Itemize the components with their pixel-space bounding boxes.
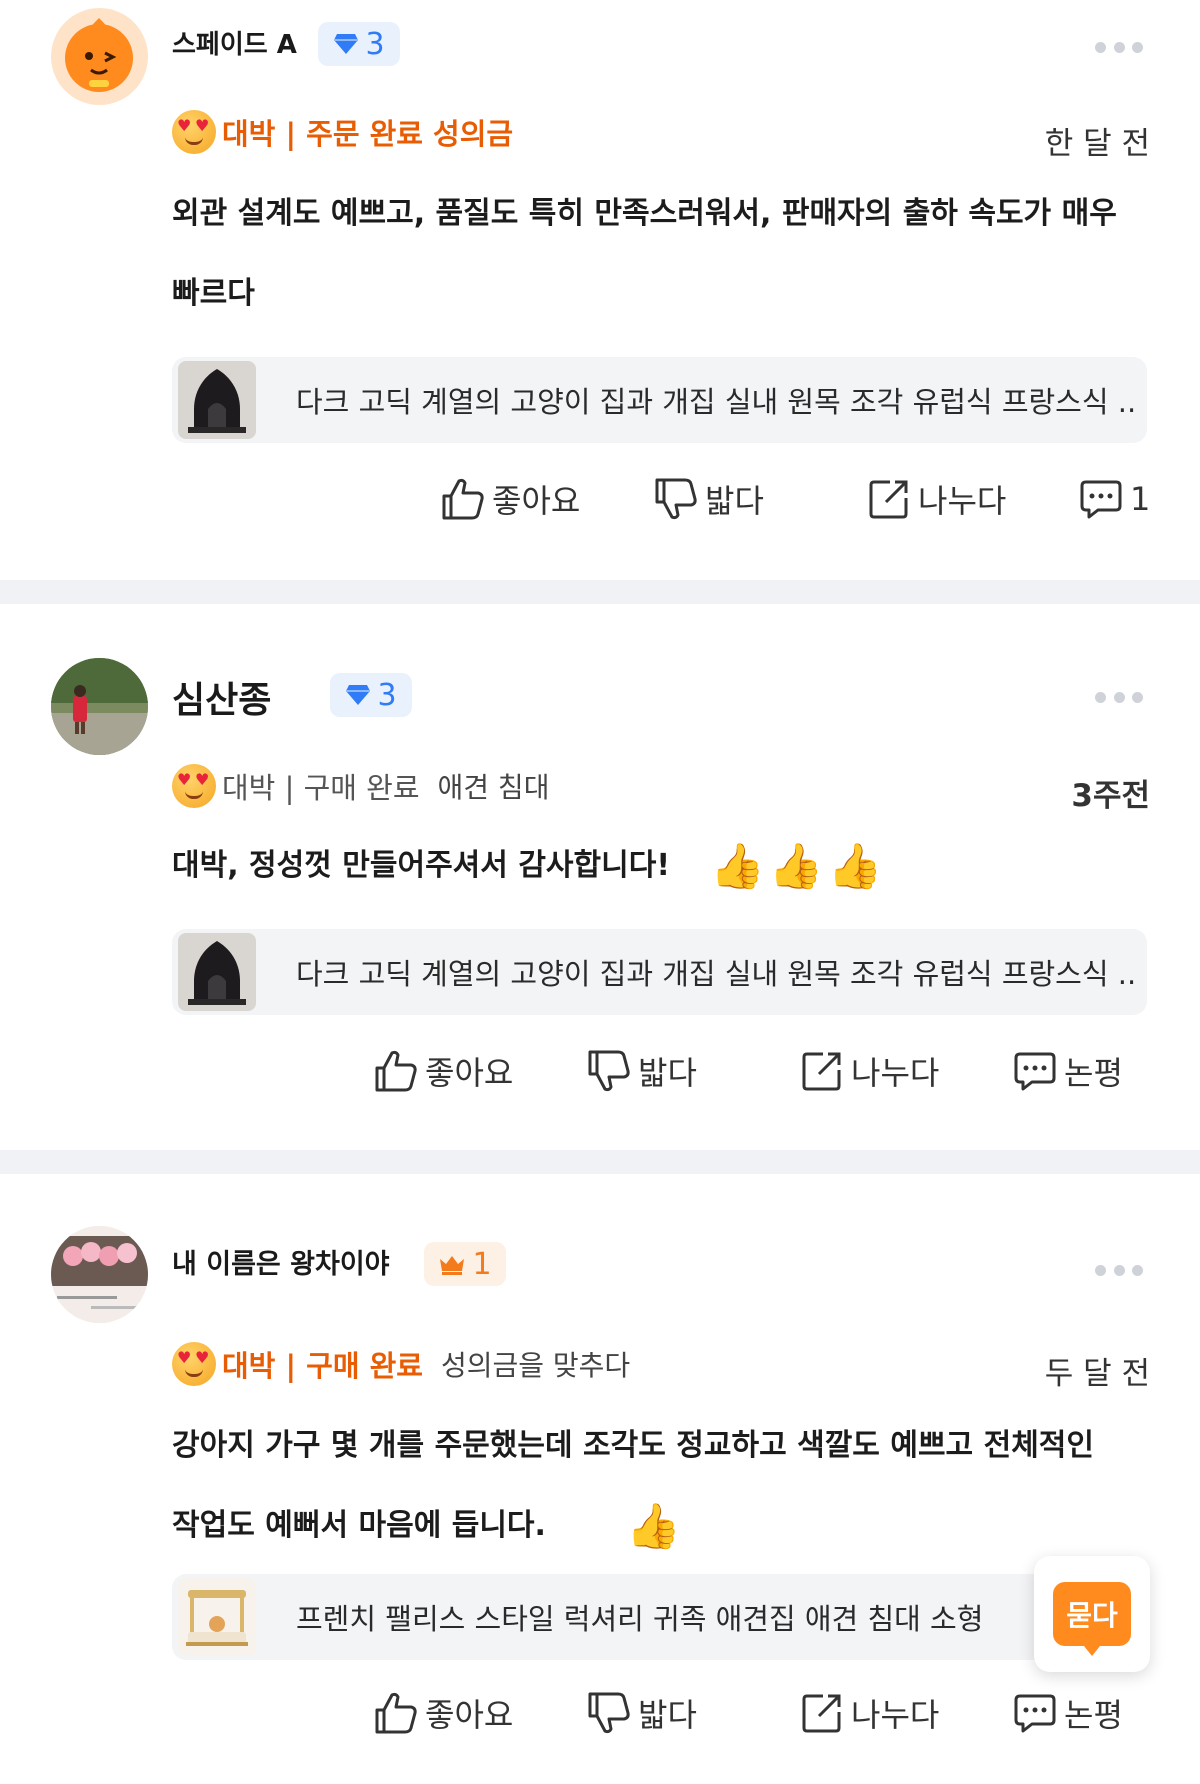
review-card: 스페이드 A 3 ♥ ♥ 대박 | 주문 완료 성의금 한 달 전 외관 설계도 … [0, 0, 1200, 580]
product-thumbnail [178, 361, 256, 439]
crown-icon [440, 1256, 465, 1275]
product-name: 다크 고딕 계열의 고양이 집과 개집 실내 원목 조각 유럽식 프랑스식 .. [296, 957, 1137, 991]
level-badge: 3 [318, 22, 400, 66]
comment-icon [1080, 480, 1122, 519]
avatar[interactable] [51, 1226, 148, 1323]
rating-label: 대박 | 구매 완료 [222, 1349, 423, 1383]
review-text: 대박, 정성껏 만들어주셔서 감사합니다! 👍👍👍 [172, 826, 1132, 907]
rating-row: ♥ ♥ 대박 | 구매 완료 애견 침대 [172, 762, 549, 810]
share-button[interactable]: 나누다 [866, 476, 1006, 522]
share-button[interactable]: 나누다 [799, 1048, 939, 1094]
gem-icon [334, 34, 359, 54]
heart-eyes-icon: ♥ ♥ [172, 110, 216, 154]
review-text: 외관 설계도 예쁘고, 품질도 특히 만족스러워서, 판매자의 출하 속도가 매… [172, 174, 1132, 334]
rating-row: ♥ ♥ 대박 | 구매 완료 성의금을 맞추다 [172, 1340, 630, 1388]
ask-button-label: 묻다 [1053, 1582, 1131, 1656]
review-time: 한 달 전 [1044, 126, 1150, 162]
share-icon [802, 1694, 841, 1733]
level-number: 1 [472, 1246, 492, 1282]
product-thumbnail [178, 933, 256, 1011]
dislike-label: 밟다 [705, 482, 764, 520]
share-icon [802, 1052, 841, 1091]
review-time: 3주전 [1071, 778, 1150, 814]
review-text-line: 빠르다 [172, 276, 255, 311]
level-badge: 3 [330, 673, 412, 717]
comment-count: 1 [1130, 480, 1151, 518]
username[interactable]: 심산종 [172, 671, 271, 723]
thumbs-up-icon [375, 1050, 417, 1092]
like-label: 좋아요 [425, 1054, 514, 1092]
variant-label: 애견 침대 [437, 771, 550, 804]
product-card[interactable]: 다크 고딕 계열의 고양이 집과 개집 실내 원목 조각 유럽식 프랑스식 .. [172, 929, 1147, 1015]
more-dots-icon[interactable] [1095, 42, 1143, 54]
product-name: 다크 고딕 계열의 고양이 집과 개집 실내 원목 조각 유럽식 프랑스식 .. [296, 385, 1137, 419]
share-label: 나누다 [918, 482, 1007, 520]
comment-icon [1014, 1052, 1056, 1091]
level-badge: 1 [424, 1242, 506, 1286]
thumbs-up-emoji: 👍👍👍 [710, 840, 887, 892]
product-name: 프렌치 팰리스 스타일 럭셔리 귀족 애견집 애견 침대 소형 [296, 1602, 984, 1636]
comment-button[interactable]: 논평 [1012, 1690, 1123, 1736]
review-card: 심산종 3 ♥ ♥ 대박 | 구매 완료 애견 침대 3주전 대박, 정성껏 만들… [0, 604, 1200, 1150]
more-dots-icon[interactable] [1095, 692, 1143, 704]
share-button[interactable]: 나누다 [799, 1690, 939, 1736]
like-button[interactable]: 좋아요 [440, 476, 580, 522]
review-text-line: 강아지 가구 몇 개를 주문했는데 조각도 정교하고 색깔도 예쁘고 전체적인 [172, 1428, 1094, 1463]
like-label: 좋아요 [425, 1696, 514, 1734]
dislike-button[interactable]: 밟다 [653, 476, 764, 522]
username[interactable]: 스페이드 A [172, 24, 297, 61]
share-label: 나누다 [851, 1696, 940, 1734]
product-thumbnail [178, 1578, 256, 1656]
more-dots-icon[interactable] [1095, 1265, 1143, 1277]
like-button[interactable]: 좋아요 [373, 1048, 513, 1094]
rating-row: ♥ ♥ 대박 | 주문 완료 성의금 [172, 108, 513, 156]
comment-label: 논평 [1064, 1696, 1123, 1734]
heart-eyes-icon: ♥ ♥ [172, 764, 216, 808]
section-divider [0, 580, 1200, 604]
review-time: 두 달 전 [1044, 1356, 1150, 1392]
thumbs-up-icon [442, 478, 484, 520]
thumbs-up-emoji: 👍 [625, 1500, 685, 1552]
avatar[interactable] [51, 658, 148, 755]
thumbs-down-icon [588, 1692, 630, 1734]
avatar[interactable] [51, 8, 148, 105]
share-label: 나누다 [851, 1054, 940, 1092]
review-text: 강아지 가구 몇 개를 주문했는데 조각도 정교하고 색깔도 예쁘고 전체적인 … [172, 1406, 1132, 1567]
dislike-label: 밟다 [638, 1696, 697, 1734]
product-card[interactable]: 프렌치 팰리스 스타일 럭셔리 귀족 애견집 애견 침대 소형 [172, 1574, 1147, 1660]
thumbs-down-icon [655, 478, 697, 520]
heart-eyes-icon: ♥ ♥ [172, 1342, 216, 1386]
share-icon [869, 480, 908, 519]
level-number: 3 [365, 26, 385, 62]
review-card: 내 이름은 왕차이야 1 ♥ ♥ 대박 | 구매 완료 성의금을 맞추다 두 달 … [0, 1174, 1200, 1784]
variant-label: 성의금을 맞추다 [440, 1349, 631, 1382]
dislike-label: 밟다 [638, 1054, 697, 1092]
product-card[interactable]: 다크 고딕 계열의 고양이 집과 개집 실내 원목 조각 유럽식 프랑스식 .. [172, 357, 1147, 443]
section-divider [0, 1150, 1200, 1174]
dislike-button[interactable]: 밟다 [586, 1690, 697, 1736]
username[interactable]: 내 이름은 왕차이야 [172, 1242, 390, 1281]
level-number: 3 [377, 677, 397, 713]
review-text-line: 작업도 예뻐서 마음에 듭니다. [172, 1508, 546, 1543]
comment-button[interactable]: 논평 [1012, 1048, 1123, 1094]
comment-icon [1014, 1694, 1056, 1733]
like-label: 좋아요 [492, 482, 581, 520]
rating-label: 대박 | 주문 완료 성의금 [222, 117, 514, 151]
review-text-line: 대박, 정성껏 만들어주셔서 감사합니다! [172, 848, 671, 883]
comment-label: 논평 [1064, 1054, 1123, 1092]
thumbs-up-icon [375, 1692, 417, 1734]
ask-button[interactable]: 묻다 [1034, 1556, 1150, 1672]
rating-label: 대박 | 구매 완료 [222, 771, 420, 805]
gem-icon [346, 685, 371, 705]
dislike-button[interactable]: 밟다 [586, 1048, 697, 1094]
review-text-line: 외관 설계도 예쁘고, 품질도 특히 만족스러워서, 판매자의 출하 속도가 매… [172, 196, 1117, 231]
comment-button[interactable]: 1 [1078, 476, 1150, 522]
thumbs-down-icon [588, 1050, 630, 1092]
like-button[interactable]: 좋아요 [373, 1690, 513, 1736]
